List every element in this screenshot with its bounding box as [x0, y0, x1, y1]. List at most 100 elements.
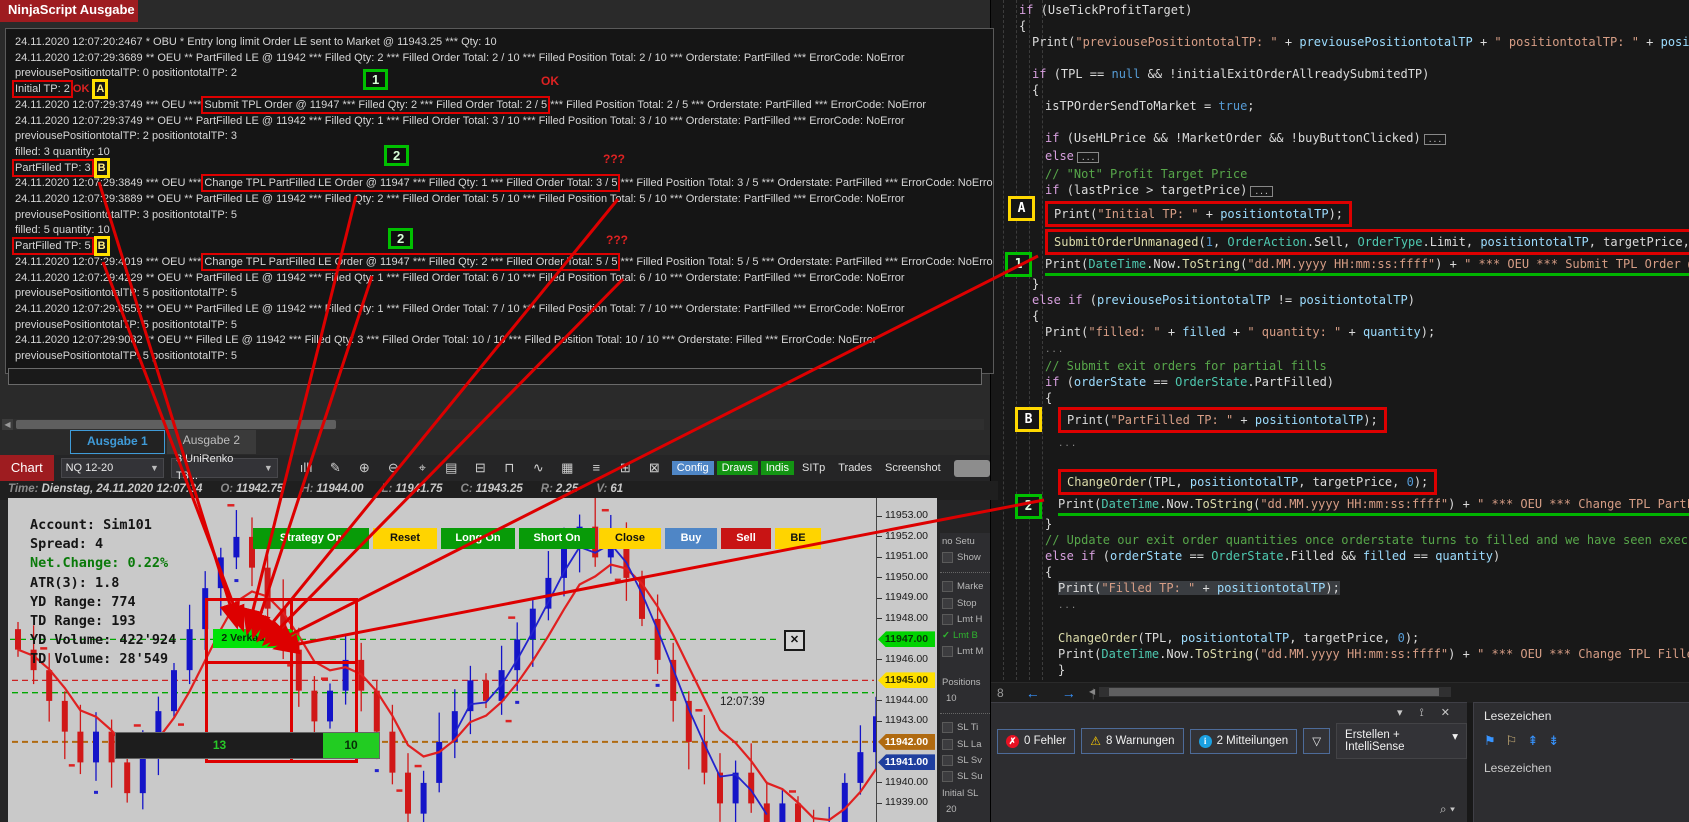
log-line: 24.11.2020 12:07:29:3749 ** OEU ** PartF…	[15, 114, 905, 127]
code-line: SubmitOrderUnmanaged(1, OrderAction.Sell…	[991, 228, 1689, 256]
chart-plot-area[interactable]: Account: Sim101 Spread: 4 Net.Change: 0.22…	[8, 498, 876, 822]
toolbar-overflow-button[interactable]	[953, 459, 990, 477]
scroll-left-icon[interactable]: ◀	[1089, 687, 1095, 697]
code-annotation-label-A: A	[1008, 196, 1035, 221]
toolbar-button-trades[interactable]: Trades	[833, 461, 877, 475]
instrument-selector[interactable]: NQ 12-20 ▼	[60, 458, 164, 478]
panel-checkbox-lmt-b[interactable]: ✓ Lmt B	[940, 627, 990, 643]
code-editor[interactable]: if (UseTickProfitTarget) {Print("previous…	[991, 2, 1689, 680]
panel-label: Initial SL	[942, 787, 979, 799]
scrollbar-thumb[interactable]	[16, 420, 336, 429]
log-line: 24.11.2020 12:07:29:3689 ** OEU ** PartF…	[15, 51, 905, 64]
output-log[interactable]: 24.11.2020 12:07:20:2467 * OBU * Entry l…	[5, 28, 994, 374]
log-line: previousePositiontotalTP: 3 positiontota…	[15, 208, 237, 221]
crosshair-icon[interactable]: ⌖	[408, 460, 437, 476]
toolbar-button-screenshot[interactable]: Screenshot	[880, 461, 946, 475]
panel-label: 10	[946, 693, 957, 705]
strategy-button-sell[interactable]: Sell	[721, 528, 771, 549]
line-tool-icon[interactable]: ∿	[524, 460, 553, 476]
zoom-in-icon[interactable]: ⊕	[350, 460, 379, 476]
zoom-out-icon[interactable]: ⊖	[379, 460, 408, 476]
navigate-forward-icon[interactable]: →	[1062, 685, 1076, 701]
price-tag-green: 11947.00	[878, 631, 935, 648]
output-input-line[interactable]	[8, 368, 982, 385]
code-line: Print("Filled TP: " + positiontotalTP);	[1058, 581, 1340, 595]
toolbar-button-indis[interactable]: Indis	[760, 461, 794, 475]
filter-button[interactable]: ▽	[1303, 728, 1331, 754]
sell-limit-order-tag[interactable]: 2 Verkauf LMT	[213, 629, 301, 648]
panel-icon[interactable]: ⊟	[466, 460, 495, 476]
output-tab[interactable]: Ausgabe 1	[70, 430, 165, 454]
log-line: previousePositiontotalTP: 5 positiontota…	[15, 350, 237, 363]
chart-trader-icon[interactable]: ⊓	[495, 460, 524, 476]
toolbar-button-config[interactable]: Config	[671, 461, 714, 475]
window-title[interactable]: NinjaScript Ausgabe	[0, 0, 138, 22]
build-intellisense-dropdown[interactable]: Erstellen + IntelliSense ▾	[1336, 723, 1467, 759]
panel-checkbox-sl-sv[interactable]: SL Sv	[940, 752, 990, 768]
strategy-button-be[interactable]: BE	[775, 528, 821, 549]
split-window-icon[interactable]: ⊠	[640, 460, 669, 476]
account-info-line: ATR(3): 1.8	[30, 574, 120, 591]
navigate-back-icon[interactable]: ←	[1026, 685, 1040, 701]
panel-window-icons[interactable]: ▾ ⟟ ✕	[1397, 706, 1457, 720]
axis-label: 11948.00	[885, 611, 929, 624]
code-line: else if (orderState == OrderState.Filled…	[1045, 549, 1501, 563]
next-bookmark-icon[interactable]: ⇟	[1548, 733, 1559, 749]
price-axis[interactable]: 11953.00 11952.00 11951.00 11950.00 11949.00…	[876, 498, 937, 822]
log-line: previousePositiontotalTP: 5 positiontota…	[15, 287, 237, 300]
axis-label: 11952.00	[885, 529, 929, 542]
editor-hscrollbar[interactable]: ◀	[1089, 687, 1451, 697]
strategy-button-reset[interactable]: Reset	[373, 528, 437, 549]
strategy-button-short-on[interactable]: Short On	[519, 528, 595, 549]
log-line: 24.11.2020 12:07:29:9082 ** OEU ** Fille…	[15, 334, 877, 347]
code-line: {	[1019, 19, 1027, 33]
chart-tab[interactable]: Chart	[0, 455, 54, 481]
list-icon[interactable]: ≡	[582, 460, 611, 476]
log-line: previousePositiontotalTP: 2 positiontota…	[15, 130, 237, 143]
draw-tool-icon[interactable]: ✎	[321, 460, 350, 476]
scroll-left-icon[interactable]: ◀	[2, 419, 13, 430]
strategy-button-long-on[interactable]: Long On	[441, 528, 515, 549]
strategy-button-close[interactable]: Close	[599, 528, 661, 549]
code-line: {	[1045, 565, 1053, 579]
messages-filter-button[interactable]: i 2 Mitteilungen	[1189, 728, 1298, 754]
strategy-button-strategy-on[interactable]: Strategy On	[253, 528, 369, 549]
panel-checkbox-lmt-h[interactable]: Lmt H	[940, 611, 990, 627]
annotation-red-text: ???	[606, 233, 628, 247]
report-icon[interactable]: ▤	[437, 460, 466, 476]
search-icon[interactable]: ⌕ ▾	[1440, 802, 1455, 817]
log-line: 24.11.2020 12:07:29:3749 *** OEU *** Sub…	[15, 95, 926, 114]
panel-checkbox-sl-ti[interactable]: SL Ti	[940, 720, 990, 736]
scrollbar-thumb[interactable]	[1109, 688, 1439, 696]
output-hscrollbar[interactable]: ◀	[2, 419, 984, 430]
annotation-green-box: 2	[388, 228, 414, 249]
period-selector[interactable]: 3 UniRenko T3... ▼	[170, 453, 278, 482]
new-window-icon[interactable]: ⊞	[611, 460, 640, 476]
panel-checkbox-show[interactable]: Show	[940, 549, 990, 565]
chart-style-icon[interactable]: ıllı	[292, 460, 321, 476]
strategy-buttons: Strategy On Reset Long On Short On Close Buy S…	[253, 528, 821, 549]
fold-line-number: 8	[997, 686, 1004, 700]
annotation-green-box: 2	[384, 145, 410, 166]
toolbar-button-draws[interactable]: Draws	[716, 461, 758, 475]
code-line: Print("filled: " + filled + " quantity: …	[1045, 325, 1436, 339]
cancel-order-icon[interactable]: ✕	[784, 630, 805, 651]
toolbar-button-sitp[interactable]: SITp	[797, 461, 830, 475]
strategy-button-buy[interactable]: Buy	[665, 528, 717, 549]
new-bookmark-folder-icon[interactable]: ⚐	[1506, 733, 1518, 749]
panel-checkbox-marke[interactable]: Marke	[940, 579, 990, 595]
panel-checkbox-lmt-m[interactable]: Lmt M	[940, 644, 990, 660]
code-line: {	[1045, 391, 1053, 405]
prev-bookmark-icon[interactable]: ⇞	[1527, 733, 1538, 749]
bookmark-icon[interactable]: ⚑	[1484, 733, 1496, 749]
panel-checkbox-stop[interactable]: Stop	[940, 595, 990, 611]
panel-checkbox-sl-su[interactable]: SL Su	[940, 769, 990, 785]
errors-filter-button[interactable]: ✗ 0 Fehler	[997, 728, 1076, 754]
code-line: {	[1032, 83, 1040, 97]
panel-checkbox-sl-la[interactable]: SL La	[940, 736, 990, 752]
chart-toolbar: Chart NQ 12-20 ▼ 3 UniRenko T3... ▼ ıllı…	[0, 453, 990, 482]
axis-label: 11939.00	[885, 796, 929, 809]
template-icon[interactable]: ▦	[553, 460, 582, 476]
warnings-filter-button[interactable]: ⚠ 8 Warnungen	[1081, 728, 1184, 754]
